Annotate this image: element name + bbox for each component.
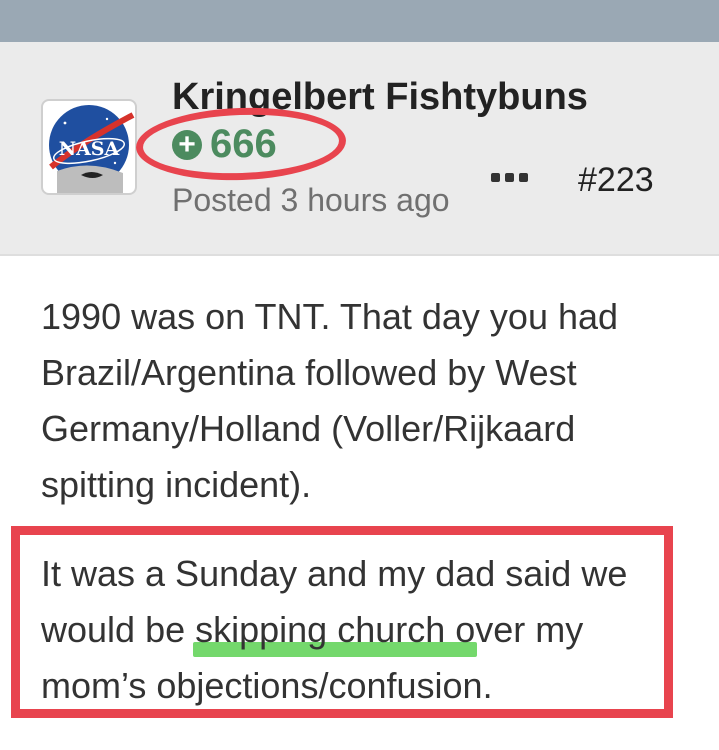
post-header: NASA Kringelbert Fishtybuns + 666 Posted… [0,42,719,256]
nasa-logo-icon: NASA [49,105,135,193]
ellipsis-icon [490,172,500,182]
top-bar [0,0,719,42]
post-number-link[interactable]: #223 [578,161,654,199]
post-paragraph-1: 1990 was on TNT. That day you had Brazil… [41,296,619,505]
more-options-button[interactable] [486,162,532,192]
quote-annotation-box [11,526,673,718]
author-avatar[interactable]: NASA [41,99,137,195]
post-timestamp[interactable]: Posted 3 hours ago [172,182,450,218]
svg-text:NASA: NASA [59,138,120,160]
